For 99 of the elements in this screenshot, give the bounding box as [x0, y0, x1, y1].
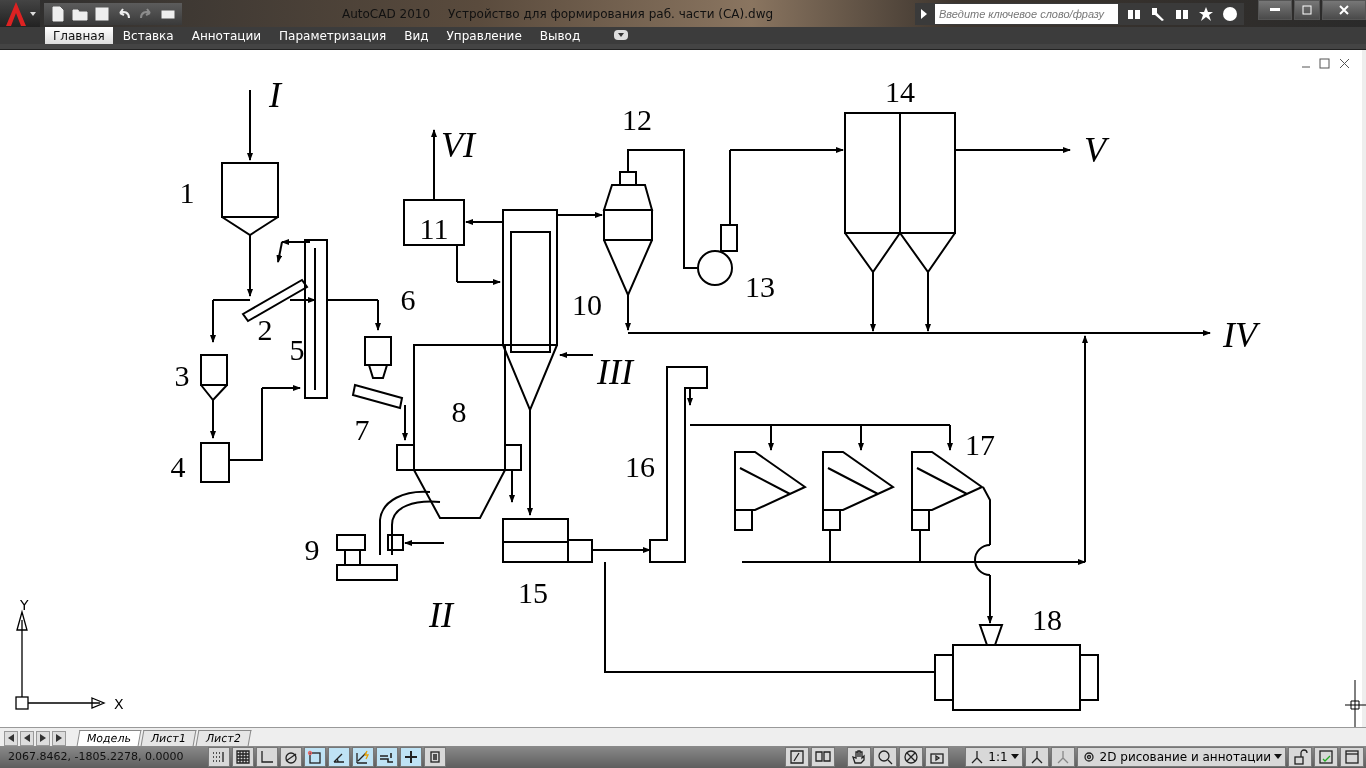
- grid-icon: [235, 748, 251, 765]
- app-name: AutoCAD 2010: [342, 6, 431, 21]
- caret-icon: [1274, 754, 1282, 760]
- equipment-number: 1: [179, 176, 195, 210]
- status-tray-button[interactable]: [1314, 746, 1338, 767]
- equipment-number: 18: [1032, 603, 1062, 637]
- ribbon-tab[interactable]: Аннотации: [183, 27, 270, 45]
- layout-view-button[interactable]: [811, 746, 836, 767]
- lock-button[interactable]: [1288, 746, 1312, 767]
- wheel-icon: [903, 748, 920, 765]
- workspace-button[interactable]: 2D рисование и аннотации: [1076, 746, 1286, 767]
- minimize-ribbon-icon[interactable]: [614, 30, 629, 41]
- equipment-number: 2: [257, 313, 273, 347]
- stream-label: I: [269, 75, 281, 116]
- auto-scale-button[interactable]: [1050, 746, 1075, 767]
- model-icon: [789, 748, 806, 765]
- drafting-toggle[interactable]: [400, 746, 422, 767]
- equipment-number: 7: [354, 413, 370, 447]
- dynamic-input-icon: [355, 748, 371, 765]
- pan-button[interactable]: [847, 746, 872, 767]
- star-icon[interactable]: [1198, 5, 1214, 22]
- zoom-button[interactable]: [873, 746, 898, 767]
- equipment-number: 14: [885, 75, 915, 109]
- window-icon: [1344, 748, 1360, 765]
- ortho-icon: [259, 748, 275, 765]
- drafting-toggle[interactable]: [352, 746, 374, 767]
- close-icon: [1339, 5, 1349, 15]
- minimize-button[interactable]: [1258, 0, 1292, 20]
- equipment-number: 9: [304, 533, 320, 567]
- save-icon[interactable]: [94, 5, 110, 22]
- equipment-number: 13: [745, 270, 775, 304]
- equipment-number: 3: [174, 359, 190, 393]
- drafting-toggle[interactable]: [376, 746, 398, 767]
- equipment-number: 16: [625, 450, 655, 484]
- annotation-scale-button[interactable]: 1:1: [965, 746, 1023, 767]
- axis-label: Y: [20, 597, 29, 614]
- stream-label: II: [429, 595, 453, 636]
- magnifier-icon: [877, 748, 894, 765]
- equipment-number: 15: [518, 576, 548, 610]
- object-snap-icon: [307, 748, 323, 765]
- expand-arrow-icon[interactable]: [921, 8, 927, 19]
- equipment-number: 6: [400, 283, 416, 317]
- maximize-button[interactable]: [1294, 0, 1320, 20]
- key-icon[interactable]: [1150, 5, 1166, 22]
- drafting-toggle[interactable]: [424, 746, 446, 767]
- equipment-number: 17: [965, 428, 995, 462]
- stream-label: III: [597, 352, 633, 393]
- search-field[interactable]: Введите ключевое слово/фразу: [935, 3, 1118, 24]
- equipment-number: 8: [451, 395, 467, 429]
- drafting-toggle[interactable]: [208, 746, 230, 767]
- layout-tab[interactable]: Лист1: [140, 729, 197, 746]
- padlock-icon: [1292, 748, 1308, 765]
- minimize-icon: [1270, 8, 1280, 12]
- layout-tab[interactable]: Лист2: [195, 729, 252, 746]
- layout-icon: [815, 748, 832, 765]
- drafting-toggle[interactable]: [232, 746, 254, 767]
- equipment-number: 12: [622, 103, 652, 137]
- annotation-visibility-button[interactable]: [1024, 746, 1049, 767]
- equipment-number: 4: [170, 450, 186, 484]
- steering-wheel-button[interactable]: [899, 746, 924, 767]
- previous-layout-button[interactable]: [20, 730, 34, 746]
- crosshair-cursor: [1344, 679, 1366, 728]
- equipment-number: 5: [289, 333, 305, 367]
- window-title: Устройство для формирования раб. части (CA).dwg: [448, 6, 774, 21]
- crosshair-icon: [403, 748, 419, 765]
- model-space-button[interactable]: [785, 746, 810, 767]
- drafting-toggle[interactable]: [280, 746, 302, 767]
- first-layout-button[interactable]: [4, 730, 18, 746]
- next-layout-button[interactable]: [36, 730, 50, 746]
- equipment-number: 10: [572, 288, 602, 322]
- axis-label: X: [114, 696, 124, 713]
- drafting-toggle[interactable]: [304, 746, 326, 767]
- viewport-controls-icon: [1301, 58, 1350, 69]
- maximize-icon: [1302, 5, 1312, 15]
- drafting-toggle[interactable]: [256, 746, 278, 767]
- application-menu-button[interactable]: [0, 0, 40, 27]
- stream-label: VI: [441, 125, 475, 166]
- caret-icon: [1010, 754, 1019, 760]
- app-logo-icon: [4, 0, 28, 28]
- coordinates-readout: 2067.8462, -1805.2278, 0.0000: [7, 750, 185, 764]
- tray-settings-icon: [1318, 748, 1334, 765]
- quick-properties-icon: [427, 748, 443, 765]
- close-button[interactable]: [1322, 0, 1366, 20]
- ribbon-tab[interactable]: Параметризация: [271, 27, 395, 45]
- showmotion-button[interactable]: [925, 746, 950, 767]
- ribbon-tab[interactable]: Вид: [396, 27, 437, 45]
- new-file-icon[interactable]: [50, 5, 66, 22]
- drafting-toggle[interactable]: [328, 746, 350, 767]
- ucs-icon: [15, 609, 106, 710]
- hand-icon: [851, 748, 868, 765]
- ribbon-tab[interactable]: Вывод: [531, 27, 589, 45]
- equipment-number: 11: [419, 212, 449, 246]
- clean-screen-button[interactable]: [1340, 746, 1364, 767]
- layout-tab[interactable]: Модель: [76, 729, 142, 746]
- caret-icon: [30, 11, 36, 16]
- ribbon-tab[interactable]: Управление: [438, 27, 530, 45]
- last-layout-button[interactable]: [52, 730, 66, 746]
- ribbon-tab[interactable]: Главная: [45, 27, 113, 45]
- ribbon-tab[interactable]: Вставка: [114, 27, 182, 45]
